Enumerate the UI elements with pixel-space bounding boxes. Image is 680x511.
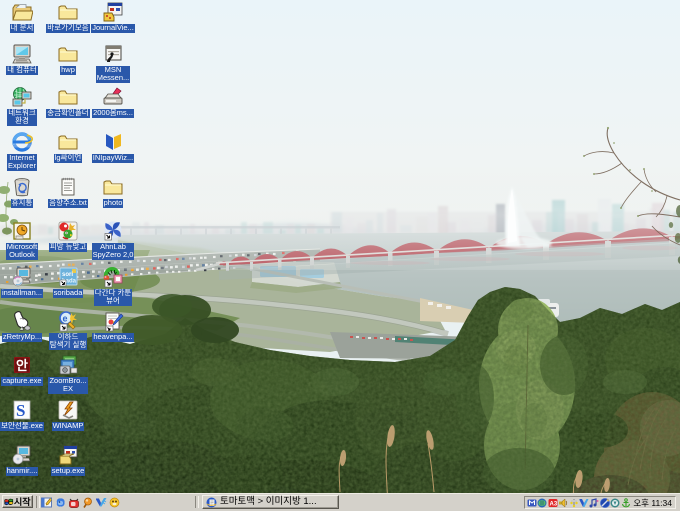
- svg-text:e: e: [63, 314, 68, 324]
- svg-text:sori: sori: [62, 272, 73, 278]
- svg-text:안: 안: [16, 358, 28, 373]
- svg-text:A3: A3: [549, 501, 557, 507]
- svg-text:S: S: [16, 401, 25, 420]
